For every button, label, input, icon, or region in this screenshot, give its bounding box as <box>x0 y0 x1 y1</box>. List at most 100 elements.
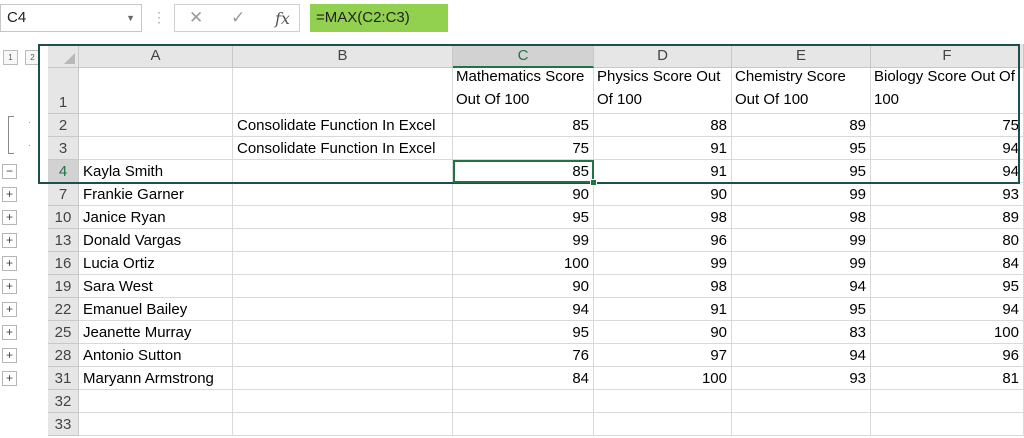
cell-f19[interactable]: 95 <box>871 275 1024 298</box>
cell-e32[interactable] <box>732 390 871 413</box>
cell-b25[interactable] <box>233 321 453 344</box>
cell-d25[interactable]: 90 <box>594 321 732 344</box>
cell-f7[interactable]: 93 <box>871 183 1024 206</box>
cell-a4[interactable]: Kayla Smith <box>79 160 233 183</box>
cell-e22[interactable]: 95 <box>732 298 871 321</box>
fill-handle[interactable] <box>590 179 597 186</box>
row-header-7[interactable]: 7 <box>48 183 79 206</box>
cell-f25[interactable]: 100 <box>871 321 1024 344</box>
cell-a2[interactable] <box>79 114 233 137</box>
cell-d28[interactable]: 97 <box>594 344 732 367</box>
cell-a3[interactable] <box>79 137 233 160</box>
cell-e19[interactable]: 94 <box>732 275 871 298</box>
expand-group-button[interactable]: + <box>2 302 17 317</box>
row-header-32[interactable]: 32 <box>48 390 79 413</box>
cell-a13[interactable]: Donald Vargas <box>79 229 233 252</box>
row-header-19[interactable]: 19 <box>48 275 79 298</box>
cell-c22[interactable]: 94 <box>453 298 594 321</box>
expand-group-button[interactable]: + <box>2 325 17 340</box>
row-header-28[interactable]: 28 <box>48 344 79 367</box>
expand-group-button[interactable]: + <box>2 371 17 386</box>
row-header-4[interactable]: 4 <box>48 160 79 183</box>
column-header-c[interactable]: C <box>453 44 594 68</box>
cell-e33[interactable] <box>732 413 871 436</box>
column-header-f[interactable]: F <box>871 44 1024 68</box>
cell-a1[interactable] <box>79 68 233 114</box>
cell-c28[interactable]: 76 <box>453 344 594 367</box>
cell-b33[interactable] <box>233 413 453 436</box>
cell-e1[interactable]: Chemistry Score Out Of 100 <box>732 68 871 114</box>
cell-d2[interactable]: 88 <box>594 114 732 137</box>
cell-b19[interactable] <box>233 275 453 298</box>
expand-group-button[interactable]: + <box>2 187 17 202</box>
cell-d16[interactable]: 99 <box>594 252 732 275</box>
cell-d1[interactable]: Physics Score Out Of 100 <box>594 68 732 114</box>
column-header-b[interactable]: B <box>233 44 453 68</box>
cell-b22[interactable] <box>233 298 453 321</box>
cell-f3[interactable]: 94 <box>871 137 1024 160</box>
cell-b1[interactable] <box>233 68 453 114</box>
cell-a32[interactable] <box>79 390 233 413</box>
column-header-a[interactable]: A <box>79 44 233 68</box>
cell-c3[interactable]: 75 <box>453 137 594 160</box>
cell-e31[interactable]: 93 <box>732 367 871 390</box>
cell-d31[interactable]: 100 <box>594 367 732 390</box>
expand-group-button[interactable]: + <box>2 210 17 225</box>
row-header-33[interactable]: 33 <box>48 413 79 436</box>
cell-d33[interactable] <box>594 413 732 436</box>
cell-d19[interactable]: 98 <box>594 275 732 298</box>
cell-e25[interactable]: 83 <box>732 321 871 344</box>
cell-e2[interactable]: 89 <box>732 114 871 137</box>
cell-f4[interactable]: 94 <box>871 160 1024 183</box>
cell-f31[interactable]: 81 <box>871 367 1024 390</box>
cell-a10[interactable]: Janice Ryan <box>79 206 233 229</box>
row-header-31[interactable]: 31 <box>48 367 79 390</box>
cell-c13[interactable]: 99 <box>453 229 594 252</box>
cell-b13[interactable] <box>233 229 453 252</box>
cell-d32[interactable] <box>594 390 732 413</box>
row-header-1[interactable]: 1 <box>48 68 79 114</box>
cell-a19[interactable]: Sara West <box>79 275 233 298</box>
column-header-e[interactable]: E <box>732 44 871 68</box>
column-header-d[interactable]: D <box>594 44 732 68</box>
row-header-10[interactable]: 10 <box>48 206 79 229</box>
cell-b28[interactable] <box>233 344 453 367</box>
cell-d10[interactable]: 98 <box>594 206 732 229</box>
cell-b7[interactable] <box>233 183 453 206</box>
cell-c25[interactable]: 95 <box>453 321 594 344</box>
cell-a25[interactable]: Jeanette Murray <box>79 321 233 344</box>
cell-d22[interactable]: 91 <box>594 298 732 321</box>
cell-b3[interactable]: Consolidate Function In Excel <box>233 137 453 160</box>
cell-c33[interactable] <box>453 413 594 436</box>
cell-c16[interactable]: 100 <box>453 252 594 275</box>
cell-c10[interactable]: 95 <box>453 206 594 229</box>
cell-a33[interactable] <box>79 413 233 436</box>
cell-f22[interactable]: 94 <box>871 298 1024 321</box>
cell-d7[interactable]: 90 <box>594 183 732 206</box>
cell-d4[interactable]: 91 <box>594 160 732 183</box>
cell-b4[interactable] <box>233 160 453 183</box>
row-header-25[interactable]: 25 <box>48 321 79 344</box>
cell-e28[interactable]: 94 <box>732 344 871 367</box>
row-header-3[interactable]: 3 <box>48 137 79 160</box>
select-all-icon[interactable] <box>48 44 79 68</box>
cell-e4[interactable]: 95 <box>732 160 871 183</box>
cell-f33[interactable] <box>871 413 1024 436</box>
cell-e3[interactable]: 95 <box>732 137 871 160</box>
cell-f32[interactable] <box>871 390 1024 413</box>
cell-a28[interactable]: Antonio Sutton <box>79 344 233 367</box>
cell-b32[interactable] <box>233 390 453 413</box>
expand-group-button[interactable]: + <box>2 233 17 248</box>
cell-a22[interactable]: Emanuel Bailey <box>79 298 233 321</box>
cell-e16[interactable]: 99 <box>732 252 871 275</box>
row-header-22[interactable]: 22 <box>48 298 79 321</box>
cell-c19[interactable]: 90 <box>453 275 594 298</box>
cell-f28[interactable]: 96 <box>871 344 1024 367</box>
cell-b16[interactable] <box>233 252 453 275</box>
cell-c7[interactable]: 90 <box>453 183 594 206</box>
cell-b31[interactable] <box>233 367 453 390</box>
cell-e10[interactable]: 98 <box>732 206 871 229</box>
cell-d13[interactable]: 96 <box>594 229 732 252</box>
cell-c31[interactable]: 84 <box>453 367 594 390</box>
cell-c4[interactable]: 85 <box>453 160 594 183</box>
